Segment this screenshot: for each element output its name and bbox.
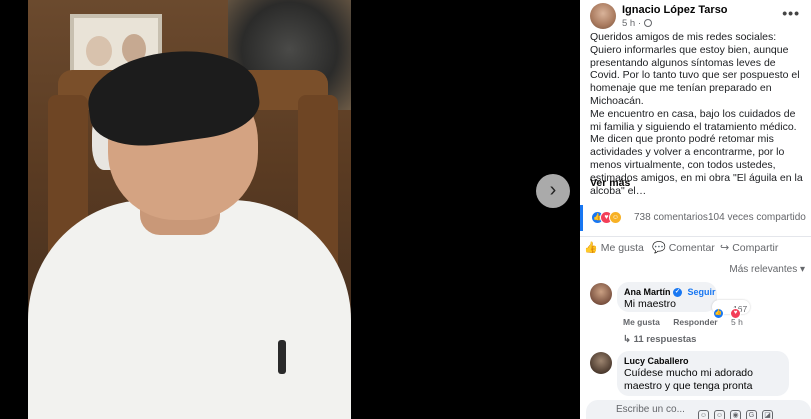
post-header: Ignacio López Tarso 5 h · •••	[590, 3, 810, 33]
commenter-name: Ana Martín ✓ Seguir	[624, 287, 716, 298]
commenter-name-text[interactable]: Ana Martín	[624, 287, 671, 297]
chevron-right-icon: ›	[549, 179, 557, 201]
comment-line: maestro y que tenga pronta	[624, 380, 753, 392]
view-replies-link[interactable]: ↳ 11 respuestas	[623, 334, 696, 345]
comment-reactions[interactable]: 👍 ♥167	[712, 300, 751, 319]
globe-icon	[643, 19, 652, 28]
pocket-pen	[278, 340, 286, 374]
post-stats: 👍 ♥ ☺ 738 comentarios 104 veces comparti…	[580, 205, 811, 231]
commenter-avatar[interactable]	[590, 352, 612, 374]
follow-button[interactable]: Seguir	[688, 287, 716, 297]
comment-bubble: Ana Martín ✓ Seguir Mi maestro	[617, 282, 717, 312]
comments-count[interactable]: 738 comentarios	[634, 212, 708, 223]
commenter-name[interactable]: Lucy Caballero	[624, 356, 689, 366]
comment-input-placeholder[interactable]: Escribe un co...	[616, 404, 685, 415]
comment-button[interactable]: 💬 Comentar	[652, 241, 715, 254]
comment-bubble: Lucy Caballero Cuídese mucho mi adorado …	[617, 351, 789, 396]
comment-icon: 💬	[652, 242, 666, 254]
commenter-avatar[interactable]	[590, 283, 612, 305]
post-panel: Ignacio López Tarso 5 h · ••• Queridos a…	[580, 0, 811, 419]
post-text: Queridos amigos de mis redes sociales: Q…	[590, 31, 805, 197]
more-options-icon[interactable]: •••	[782, 5, 800, 21]
like-label: Me gusta	[600, 242, 644, 254]
verified-badge-icon: ✓	[673, 288, 683, 298]
sticker-icon[interactable]: ◪	[762, 410, 773, 419]
post-paragraph: Me encuentro en casa, bajo los cuidados …	[590, 107, 797, 133]
like-button[interactable]: 👍 Me gusta	[584, 241, 644, 254]
composer-tools: ☺ ☺ ◉ G ◪	[698, 404, 778, 419]
replies-count: 11 respuestas	[633, 334, 697, 345]
share-button[interactable]: ↪ Compartir	[720, 241, 778, 254]
reactions-summary[interactable]: 👍 ♥ ☺	[591, 211, 631, 225]
comment-text: Cuídese mucho mi adorado maestro y que t…	[624, 367, 753, 393]
comment-like-link[interactable]: Me gusta	[623, 317, 660, 327]
avatar-sticker-icon[interactable]: ☺	[698, 410, 709, 419]
video-frame[interactable]	[28, 0, 351, 419]
post-paragraph: Quiero informarles que estoy bien, aunqu…	[590, 43, 800, 107]
care-reaction-icon: ☺	[609, 211, 622, 224]
comment-line: Cuídese mucho mi adorado	[624, 367, 753, 379]
thumbs-up-icon: 👍	[584, 242, 598, 254]
author-name[interactable]: Ignacio López Tarso	[622, 4, 728, 16]
gif-icon[interactable]: G	[746, 410, 757, 419]
comment-label: Comentar	[668, 242, 715, 254]
photo-face	[86, 36, 112, 66]
comment-actions: Me gusta Responder 5 h	[623, 317, 754, 327]
comment-text: Mi maestro	[624, 298, 676, 310]
media-viewer: ›	[0, 0, 580, 419]
post-time[interactable]: 5 h ·	[622, 18, 641, 29]
reply-arrow-icon: ↳	[623, 334, 631, 345]
comment-reply-link[interactable]: Responder	[673, 317, 717, 327]
comment-sort-dropdown[interactable]: Más relevantes ▾	[729, 264, 805, 275]
post-meta: 5 h ·	[622, 18, 652, 29]
share-label: Compartir	[732, 242, 779, 254]
post-actions: 👍 Me gusta 💬 Comentar ↪ Compartir	[580, 236, 811, 258]
author-avatar[interactable]	[590, 3, 616, 29]
camera-icon[interactable]: ◉	[730, 410, 741, 419]
post-paragraph: Queridos amigos de mis redes sociales:	[590, 31, 777, 43]
next-media-button[interactable]: ›	[536, 174, 570, 208]
emoji-icon[interactable]: ☺	[714, 410, 725, 419]
share-icon: ↪	[720, 242, 730, 254]
shares-count[interactable]: 104 veces compartido	[708, 212, 806, 223]
comment-time[interactable]: 5 h	[731, 317, 743, 327]
see-more-link[interactable]: Ver más	[590, 177, 630, 189]
